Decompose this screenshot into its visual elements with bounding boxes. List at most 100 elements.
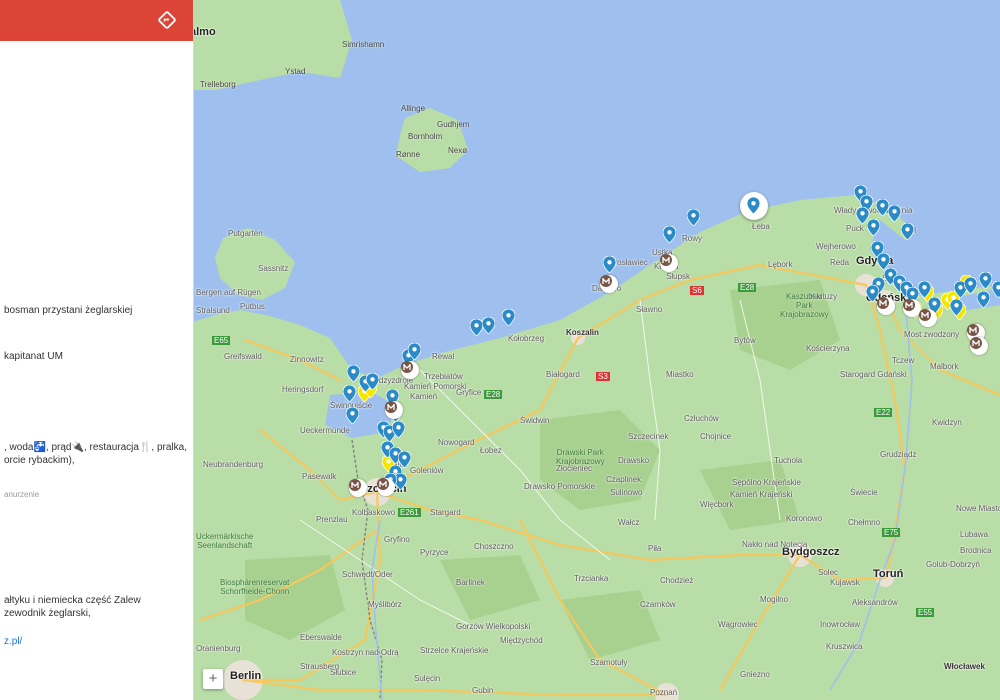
place-label: Ueckermünde [300, 426, 350, 435]
park-label: Drawski Park Krajobrazowy [556, 448, 605, 466]
place-label: Gryfice [456, 388, 482, 397]
marina-icon[interactable] [600, 275, 618, 293]
place-label: Gryfino [384, 535, 410, 544]
selected-location-pin-icon[interactable] [740, 192, 768, 220]
place-label: Putbus [240, 302, 265, 311]
place-label: Strzelce Krajeńskie [420, 646, 489, 655]
place-label: Greifswald [224, 352, 262, 361]
marina-icon[interactable] [401, 361, 419, 379]
place-label: Trelleborg [200, 80, 236, 89]
place-label: Puck [846, 224, 864, 233]
marina-icon[interactable] [877, 297, 895, 315]
location-pin-icon[interactable] [964, 277, 977, 294]
park-label: Kaszubski Park Krajobrazowy [780, 292, 829, 319]
place-label: Reda [830, 258, 850, 267]
place-label: Włocławek [944, 662, 985, 671]
place-label: Grudziądz [880, 450, 917, 459]
place-label: Miastko [666, 370, 694, 379]
road-shield: E75 [882, 528, 901, 537]
place-label: Łobez [480, 446, 502, 455]
location-pin-icon[interactable] [482, 317, 495, 334]
location-pin-icon[interactable] [502, 309, 515, 326]
location-pin-icon[interactable] [918, 281, 931, 298]
place-label: Świecie [850, 488, 878, 497]
place-label: Międzychód [500, 636, 543, 645]
directions-icon[interactable] [157, 10, 177, 30]
location-pin-icon[interactable] [663, 226, 676, 243]
location-pin-icon[interactable] [950, 299, 963, 316]
place-label: Lubawa [960, 530, 989, 539]
place-label: Nexø [448, 146, 468, 155]
location-pin-icon[interactable] [346, 407, 359, 424]
place-label: Sulęcin [414, 674, 441, 683]
place-label: Bergen auf Rügen [196, 288, 261, 297]
sidebar-text-line: kapitanat UM [4, 351, 63, 362]
place-label: Kościerzyna [806, 344, 850, 353]
location-pin-icon[interactable] [603, 256, 616, 273]
road-shield: E28 [738, 283, 757, 292]
sidebar-text-line: ałtyku i niemiecka część Zalew [4, 595, 141, 606]
marina-icon[interactable] [385, 401, 403, 419]
place-label: Kolbaskowo [352, 508, 396, 517]
place-label: Lębork [768, 260, 793, 269]
sidebar-link[interactable]: z.pl/ [4, 635, 22, 648]
place-label: Człuchów [684, 414, 719, 423]
place-label: Białogard [546, 370, 580, 379]
place-label: Simrishamn [342, 40, 385, 49]
marina-icon[interactable] [377, 478, 395, 496]
place-label: Kostrzyn nad Odrą [332, 648, 399, 657]
location-pin-icon[interactable] [392, 421, 405, 438]
place-label: Myślibórz [368, 600, 402, 609]
location-pin-icon[interactable] [992, 281, 1000, 298]
place-label: Rowy [682, 234, 703, 243]
place-label: Kruszwica [826, 642, 863, 651]
location-pin-icon[interactable] [408, 343, 421, 360]
zoom-in-button[interactable]: + [203, 669, 223, 689]
place-label: Bornholm [408, 132, 443, 141]
marina-icon[interactable] [349, 479, 367, 497]
marina-icon[interactable] [660, 254, 678, 272]
place-label: Goleniów [410, 466, 444, 475]
place-label: Piła [648, 544, 662, 553]
location-pin-icon[interactable] [687, 209, 700, 226]
place-label: Kwidzyn [932, 418, 962, 427]
place-label: Wałcz [618, 518, 640, 527]
road-shield: E22 [874, 408, 893, 417]
place-label: Sassnitz [258, 264, 289, 273]
location-pin-icon[interactable] [979, 272, 992, 289]
sidebar-text-line: , woda🚰, prąd🔌, restauracja🍴, pralka, [4, 442, 187, 453]
place-label: Nakło nad Notecią [742, 540, 808, 549]
place-label: Rewal [432, 352, 455, 361]
location-pin-icon[interactable] [901, 223, 914, 240]
place-label: Gorzów Wielkopolski [456, 622, 531, 631]
place-label: Starogard Gdański [840, 370, 907, 379]
place-label: Bytów [734, 336, 756, 345]
sidebar-text-line: bosman przystani żeglarskiej [4, 305, 133, 316]
place-label: Prenzlau [316, 515, 348, 524]
place-label: Eberswalde [300, 633, 342, 642]
marina-icon[interactable] [919, 309, 937, 327]
place-label: Szczecinek [628, 432, 669, 441]
road-shield: E261 [398, 508, 421, 517]
location-pin-icon[interactable] [366, 373, 379, 390]
place-label: Kujawsk [830, 578, 860, 587]
location-pin-icon[interactable] [343, 385, 356, 402]
place-label: Rønne [396, 150, 421, 159]
park-label: Uckermärkische Seenlandschaft [196, 532, 254, 550]
place-label: Gubin [472, 686, 494, 695]
place-label: Trzcianka [574, 574, 609, 583]
place-label: Oranienburg [196, 644, 241, 653]
city-label-berlin: Berlin [230, 670, 262, 682]
location-pin-icon[interactable] [977, 291, 990, 308]
sidebar-header [0, 0, 193, 41]
place-label: Koronowo [786, 514, 823, 523]
location-pin-icon[interactable] [867, 219, 880, 236]
marina-icon[interactable] [970, 337, 988, 355]
place-label: Drawsko [618, 456, 650, 465]
place-label: Kołobrzeg [508, 334, 545, 343]
place-label: Wągrowiec [718, 620, 758, 629]
place-label: Heringsdorf [282, 385, 324, 394]
place-label: Chojnice [700, 432, 732, 441]
location-pin-icon[interactable] [888, 205, 901, 222]
place-label: Łeba [752, 222, 770, 231]
